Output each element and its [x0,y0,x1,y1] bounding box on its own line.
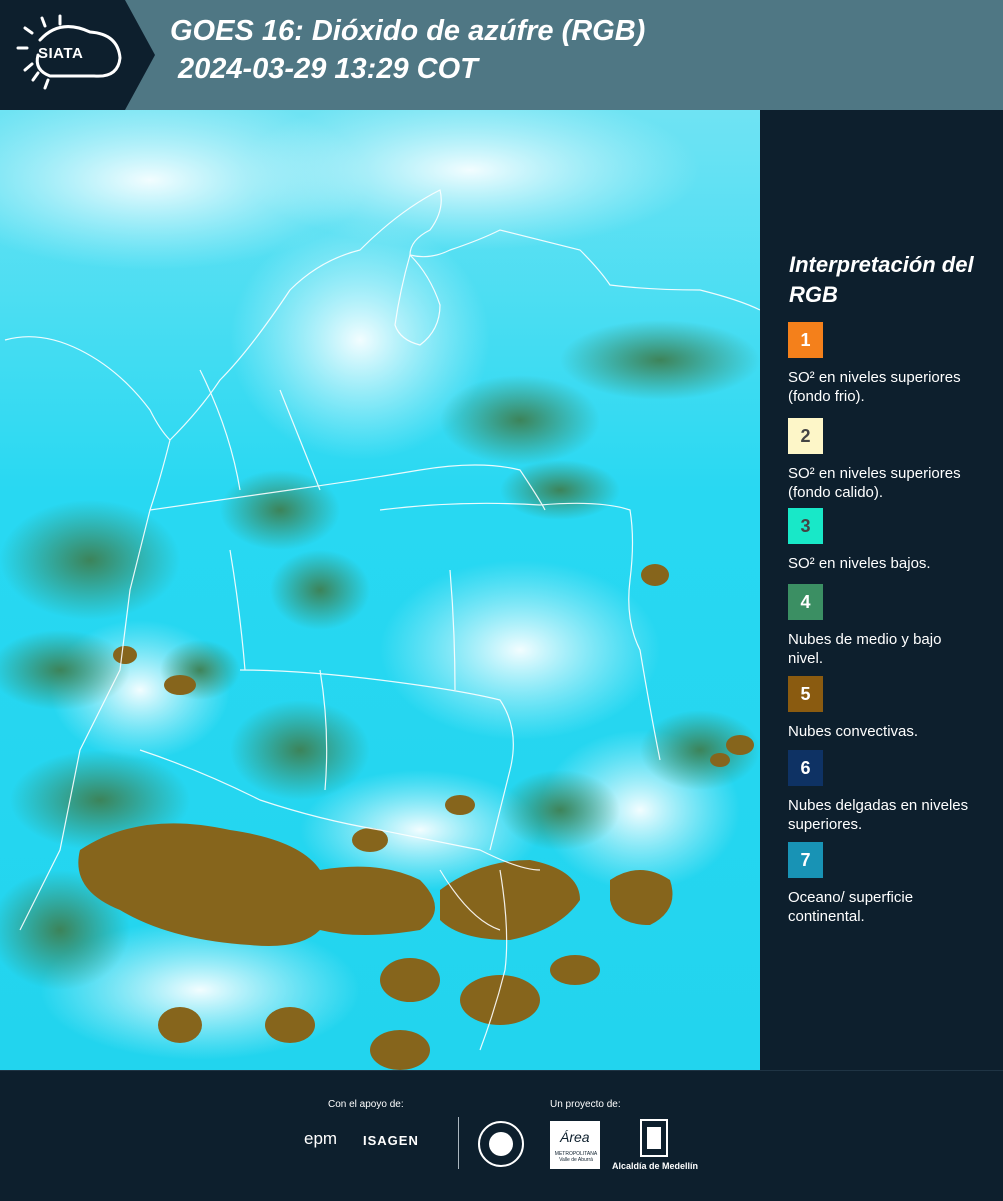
epm-logo: epm [304,1129,338,1148]
legend-item-6: 6 Nubes delgadas en niveles superiores. [788,750,988,834]
legend-swatch-1: 1 [788,322,823,358]
legend-text-1: SO² en niveles superiores (fondo frio). [788,369,961,405]
title-line-datetime: 2024-03-29 13:29 COT [178,53,478,85]
legend-text-3: SO² en niveles bajos. [788,555,931,572]
legend-text-7: Oceano/ superficie continental. [788,889,914,925]
header-bar: SIATA GOES 16: Dióxido de azúfre (RGB) 2… [0,0,1003,110]
legend-swatch-6: 6 [788,750,823,786]
siata-logo: SIATA [0,0,155,110]
satellite-map [0,110,760,1070]
legend-item-1: 1 SO² en niveles superiores (fondo frio)… [788,322,988,406]
support-label: Con el apoyo de: [328,1099,404,1110]
alcaldia-logo-text: Alcaldía de Medellín [612,1161,699,1171]
page-title: GOES 16: Dióxido de azúfre (RGB) 2024-03… [170,12,645,88]
legend-item-5: 5 Nubes convectivas. [788,676,988,741]
legend-panel: Interpretación del RGB 1 SO² en niveles … [760,110,1003,1070]
area-logo-subtitle: METROPOLITANA Valle de Aburrá [554,1151,598,1163]
legend-swatch-7: 7 [788,842,823,878]
siata-logo-text: SIATA [38,45,84,62]
legend-text-5: Nubes convectivas. [788,723,919,740]
title-line-product: GOES 16: Dióxido de azúfre (RGB) [170,15,646,47]
alcaldia-shield-icon [640,1119,668,1157]
legend-swatch-5: 5 [788,676,823,712]
legend-swatch-4: 4 [788,584,823,620]
footer-divider [458,1117,459,1169]
legend-item-3: 3 SO² en niveles bajos. [788,508,988,573]
legend-swatch-2: 2 [788,418,823,454]
area-logo-word: Área [560,1129,590,1145]
legend-item-4: 4 Nubes de medio y bajo nivel. [788,584,988,668]
legend-text-6: Nubes delgadas en niveles superiores. [788,797,969,833]
legend-text-4: Nubes de medio y bajo nivel. [788,631,942,667]
seal-emblem-icon [489,1132,513,1156]
alcaldia-emblem-icon [647,1127,661,1149]
footer-bar: Con el apoyo de: epm ISAGEN Un proyecto … [0,1070,1003,1201]
university-seal-logo [478,1121,524,1167]
legend-item-2: 2 SO² en niveles superiores (fondo calid… [788,418,988,502]
isagen-logo: ISAGEN [363,1133,419,1148]
legend-item-7: 7 Oceano/ superficie continental. [788,842,988,926]
area-metropolitana-logo: Área METROPOLITANA Valle de Aburrá [550,1121,600,1169]
legend-swatch-3: 3 [788,508,823,544]
project-label: Un proyecto de: [550,1099,621,1110]
legend-title: Interpretación del RGB [789,252,974,307]
legend-text-2: SO² en niveles superiores (fondo calido)… [788,465,961,501]
